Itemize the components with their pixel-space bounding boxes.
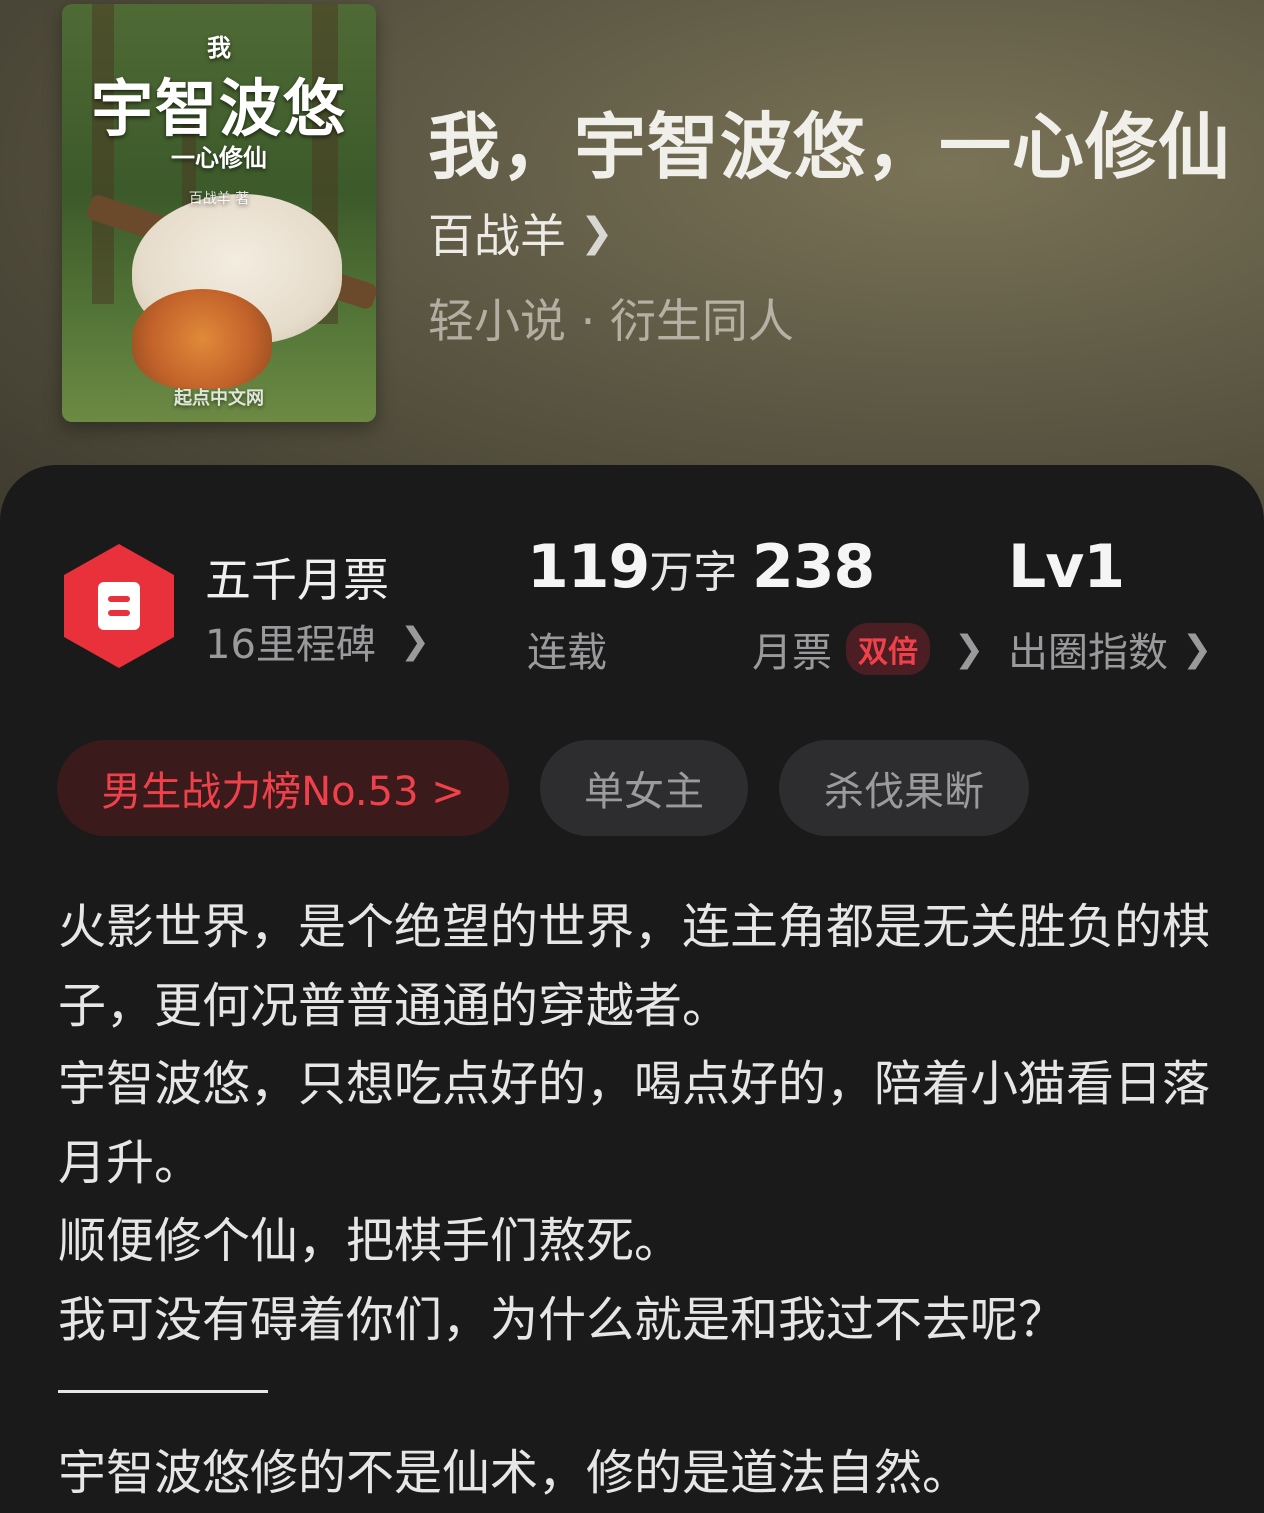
description-paragraph: 我可没有碍着你们，为什么就是和我过不去呢？ (58, 1291, 1067, 1348)
book-cover[interactable]: 我 宇智波悠 一心修仙 百战羊 著 起点中文网 (62, 4, 376, 422)
popularity-link[interactable]: 出圈指数 ❯ (1008, 620, 1212, 678)
milestone-link[interactable]: 16里程碑 ❯ (205, 612, 430, 670)
double-badge: 双倍 (846, 623, 930, 675)
chevron-right-icon: ❯ (1182, 628, 1213, 670)
chevron-right-icon: ❯ (954, 628, 985, 670)
cover-subtitle-text: 一心修仙 (171, 144, 267, 172)
tag-single-heroine[interactable]: 单女主 (540, 740, 748, 836)
word-count-number: 119 (527, 532, 650, 602)
book-description[interactable]: 火影世界，是个绝望的世界，连主角都是无关胜负的棋子，更何况普普通通的穿越者。 宇… (58, 888, 1218, 1359)
description-divider (58, 1390, 268, 1393)
word-count-unit: 万字 (649, 547, 738, 598)
author-name: 百战羊 (428, 209, 566, 263)
description-paragraph: 火影世界，是个绝望的世界，连主角都是无关胜负的棋子，更何况普普通通的穿越者。 (58, 899, 1211, 1034)
cover-tiger-illustration (132, 289, 272, 389)
tag-decisive[interactable]: 杀伐果断 (779, 740, 1029, 836)
milestone-sub: 16里程碑 (205, 622, 376, 668)
chevron-right-icon: ❯ (399, 620, 431, 662)
description-paragraph: 顺便修个仙，把棋手们熬死。 (58, 1213, 683, 1269)
rank-tag-button[interactable]: 男生战力榜No.53 > (57, 740, 509, 836)
monthly-tickets-label: 月票 (752, 630, 832, 676)
milestone-title[interactable]: 五千月票 (205, 544, 389, 610)
description-paragraph: 宇智波悠修的不是仙术，修的是道法自然。 (58, 1445, 971, 1501)
word-count: 119万字 (527, 532, 737, 602)
monthly-tickets-number: 238 (752, 532, 875, 602)
monthly-tickets-link[interactable]: 月票 双倍 ❯ (752, 620, 984, 678)
cover-title-text: 宇智波悠 (90, 72, 347, 145)
author-link[interactable]: 百战羊 ❯ (428, 200, 614, 266)
cover-brand-text: 起点中文网 (174, 388, 264, 409)
description-paragraph: 宇智波悠，只想吃点好的，喝点好的，陪着小猫看日落月升。 (58, 1056, 1211, 1191)
cover-author-text: 百战羊 著 (188, 191, 250, 207)
serial-status: 连载 (527, 630, 607, 676)
monthly-tickets[interactable]: 238 (752, 532, 875, 602)
ticket-glyph (98, 582, 140, 630)
level-value: Lv1 (1008, 532, 1125, 602)
level[interactable]: Lv1 (1008, 532, 1125, 602)
genre-tags: 轻小说 · 衍生同人 (428, 294, 794, 348)
popularity-label: 出圈指数 (1008, 630, 1168, 676)
book-title: 我，宇智波悠，一心修仙 (428, 105, 1232, 189)
chevron-right-icon: ❯ (580, 210, 614, 256)
